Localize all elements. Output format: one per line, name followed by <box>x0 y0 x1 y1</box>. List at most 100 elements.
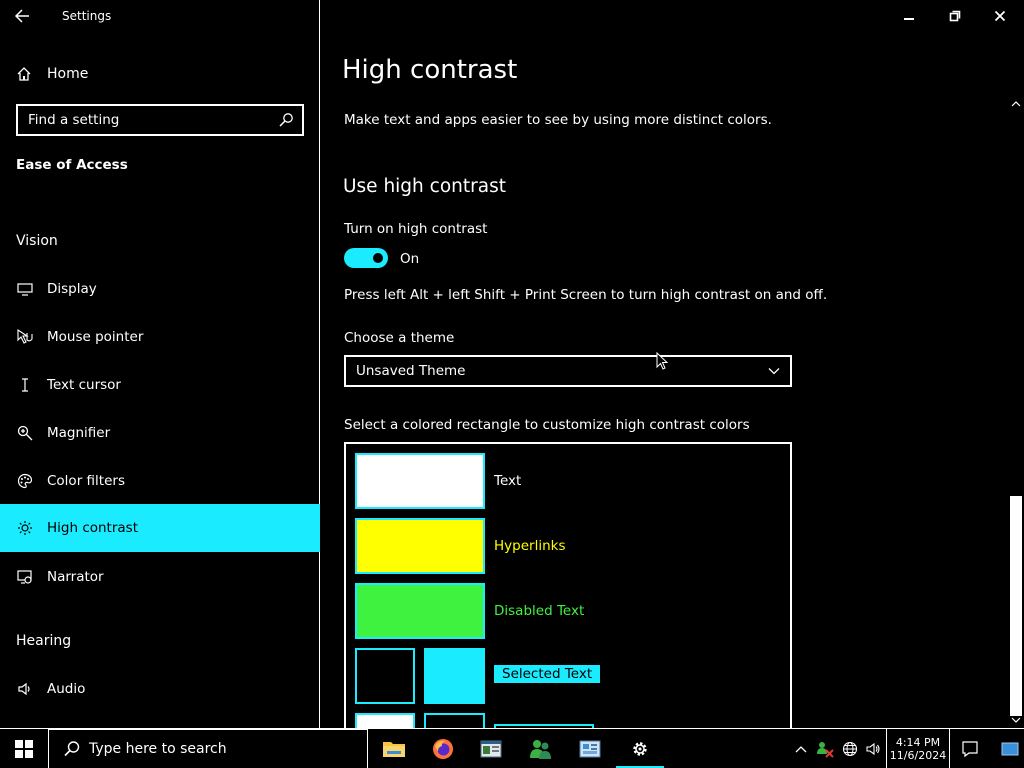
color-customization-panel: Text Hyperlinks Disabled Text Selected T… <box>344 442 792 742</box>
taskbar-settings[interactable] <box>616 729 664 768</box>
theme-label: Choose a theme <box>344 330 455 346</box>
title-bar: Settings <box>0 0 320 32</box>
sidebar-item-label: Text cursor <box>47 377 121 393</box>
sidebar-item-narrator[interactable]: Narrator <box>0 553 320 601</box>
action-center-button[interactable] <box>954 729 986 768</box>
colors-label: Select a colored rectangle to customize … <box>344 417 750 433</box>
show-desktop-button[interactable] <box>996 729 1024 768</box>
minimize-icon <box>904 18 914 20</box>
speaker-icon <box>16 680 34 698</box>
scrollbar-thumb[interactable] <box>1010 496 1022 716</box>
scroll-up-button[interactable] <box>1008 96 1024 112</box>
sidebar-item-label: Audio <box>47 681 86 697</box>
taskbar-search-placeholder: Type here to search <box>89 741 227 757</box>
group-label-hearing: Hearing <box>16 633 72 649</box>
network-app-icon <box>817 742 834 758</box>
palette-icon <box>16 472 34 490</box>
sidebar-item-label: Magnifier <box>47 425 111 441</box>
file-explorer-icon <box>383 742 405 757</box>
sidebar-item-label: Color filters <box>47 473 125 489</box>
scroll-down-button[interactable] <box>1008 712 1024 728</box>
sidebar-item-audio[interactable]: Audio <box>0 665 320 713</box>
page-description: Make text and apps easier to see by usin… <box>344 112 772 128</box>
group-label-vision: Vision <box>16 233 58 249</box>
taskbar-search-box[interactable]: Type here to search <box>48 729 368 768</box>
back-arrow-icon <box>14 9 29 23</box>
text-color-swatch[interactable] <box>355 453 485 509</box>
shortcut-hint: Press left Alt + left Shift + Print Scre… <box>344 287 828 303</box>
clock-time: 4:14 PM <box>895 736 941 749</box>
app-title: Settings <box>62 9 112 23</box>
page-title: High contrast <box>342 55 518 85</box>
close-icon <box>994 10 1006 22</box>
taskbar-clock[interactable]: 4:14 PM 11/6/2024 <box>886 729 950 768</box>
monitor-icon <box>16 280 34 298</box>
sidebar-item-magnifier[interactable]: Magnifier <box>0 409 320 457</box>
people-icon <box>530 740 551 759</box>
hyperlinks-color-label: Hyperlinks <box>494 538 566 554</box>
sidebar-item-mouse-pointer[interactable]: Mouse pointer <box>0 313 320 361</box>
speaker-icon <box>866 742 880 756</box>
back-button[interactable] <box>12 6 34 26</box>
search-icon[interactable] <box>278 112 294 128</box>
desktop-icon <box>1001 742 1019 756</box>
navigation-pane: Settings Home Find a setting Ease of Acc… <box>0 0 320 728</box>
show-hidden-icons-button[interactable] <box>790 729 812 768</box>
chevron-up-icon <box>1011 101 1021 107</box>
sidebar-item-color-filters[interactable]: Color filters <box>0 457 320 505</box>
sidebar-item-label: Mouse pointer <box>47 329 144 345</box>
taskbar-people[interactable] <box>517 729 565 768</box>
restore-icon <box>949 10 961 22</box>
sidebar-item-text-cursor[interactable]: Text cursor <box>0 361 320 409</box>
find-setting-input[interactable]: Find a setting <box>16 104 304 136</box>
selected-text-foreground-swatch[interactable] <box>355 648 415 704</box>
tray-volume[interactable] <box>862 729 884 768</box>
mouse-cursor-icon <box>656 352 669 370</box>
mouse-pointer-icon <box>16 328 34 346</box>
sidebar-item-display[interactable]: Display <box>0 265 320 313</box>
text-cursor-icon <box>16 376 34 394</box>
sidebar-item-label: Display <box>47 281 97 297</box>
toggle-state: On <box>400 251 420 267</box>
taskbar-file-explorer[interactable] <box>370 729 418 768</box>
selected-text-background-swatch[interactable] <box>424 648 485 704</box>
brightness-icon <box>16 519 34 537</box>
tray-network[interactable] <box>838 729 862 768</box>
minimize-button[interactable] <box>886 0 932 32</box>
theme-value: Unsaved Theme <box>356 363 466 379</box>
magnifier-icon <box>16 424 34 442</box>
chevron-down-icon <box>768 368 780 375</box>
sidebar-item-label: Narrator <box>47 569 104 585</box>
taskbar-app-window[interactable] <box>467 729 515 768</box>
sidebar-item-high-contrast[interactable]: High contrast <box>0 504 320 552</box>
tray-app-icon[interactable] <box>814 729 836 768</box>
settings-gear-icon <box>633 742 647 756</box>
control-panel-icon <box>579 740 601 758</box>
hyperlinks-color-swatch[interactable] <box>355 518 485 574</box>
taskbar-control-panel[interactable] <box>566 729 614 768</box>
globe-icon <box>842 741 858 757</box>
search-icon <box>64 741 80 757</box>
restore-button[interactable] <box>932 0 978 32</box>
disabled-text-color-swatch[interactable] <box>355 583 485 639</box>
app-window-icon <box>480 740 502 758</box>
close-button[interactable] <box>977 0 1023 32</box>
search-placeholder: Find a setting <box>28 112 120 128</box>
home-icon <box>17 67 31 81</box>
home-link[interactable]: Home <box>16 62 88 86</box>
high-contrast-toggle[interactable] <box>344 248 388 268</box>
home-label: Home <box>47 66 89 82</box>
theme-dropdown[interactable]: Unsaved Theme <box>344 355 792 387</box>
text-color-label: Text <box>494 473 522 489</box>
section-title: Ease of Access <box>16 157 128 173</box>
toggle-knob <box>373 253 383 263</box>
taskbar-firefox[interactable] <box>419 729 467 768</box>
narrator-icon <box>16 568 34 586</box>
disabled-text-color-label: Disabled Text <box>494 603 585 619</box>
start-button[interactable] <box>0 729 48 768</box>
chevron-down-icon <box>1011 717 1021 723</box>
selected-text-color-label: Selected Text <box>494 665 601 683</box>
toggle-label: Turn on high contrast <box>344 221 488 237</box>
windows-logo-icon <box>15 740 33 758</box>
clock-date: 11/6/2024 <box>889 749 947 762</box>
